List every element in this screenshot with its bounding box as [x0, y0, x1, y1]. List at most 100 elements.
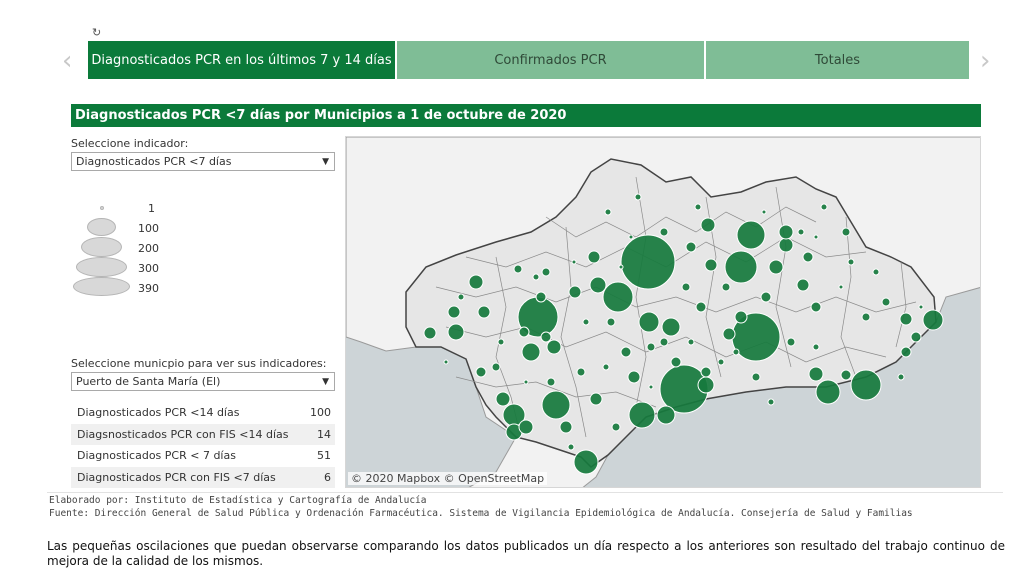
- refresh-icon[interactable]: ↻: [92, 26, 101, 39]
- map-bubble[interactable]: [589, 276, 607, 294]
- map-bubble[interactable]: [685, 241, 697, 253]
- map-canvas[interactable]: [346, 137, 981, 488]
- map-bubble[interactable]: [571, 259, 577, 265]
- map-bubble[interactable]: [721, 282, 731, 292]
- map-bubble[interactable]: [722, 327, 736, 341]
- andalucia-bubble-map[interactable]: © 2020 Mapbox © OpenStreetMap: [345, 136, 981, 488]
- municipio-select[interactable]: Puerto de Santa María (El) ▼: [71, 372, 335, 391]
- map-bubble[interactable]: [497, 338, 505, 346]
- map-bubble[interactable]: [922, 309, 944, 331]
- map-bubble[interactable]: [797, 228, 805, 236]
- map-bubble[interactable]: [808, 366, 824, 382]
- map-bubble[interactable]: [541, 267, 551, 277]
- indicator-select[interactable]: Diagnosticados PCR <7 días ▼: [71, 152, 335, 171]
- map-bubble[interactable]: [687, 338, 695, 346]
- map-bubble[interactable]: [602, 363, 610, 371]
- map-bubble[interactable]: [694, 203, 702, 211]
- map-bubble[interactable]: [768, 259, 784, 275]
- chevron-left-icon[interactable]: ‹: [62, 48, 72, 74]
- map-bubble[interactable]: [767, 398, 775, 406]
- map-bubble[interactable]: [535, 291, 547, 303]
- map-bubble[interactable]: [423, 326, 437, 340]
- map-bubble[interactable]: [659, 337, 669, 347]
- map-bubble[interactable]: [734, 310, 748, 324]
- map-bubble[interactable]: [786, 337, 796, 347]
- map-bubble[interactable]: [559, 420, 573, 434]
- map-bubble[interactable]: [760, 291, 772, 303]
- map-bubble[interactable]: [700, 366, 712, 378]
- map-bubble[interactable]: [573, 449, 599, 475]
- map-bubble[interactable]: [468, 274, 484, 290]
- map-bubble[interactable]: [910, 331, 922, 343]
- map-bubble[interactable]: [697, 376, 715, 394]
- map-bubble[interactable]: [495, 391, 511, 407]
- map-bubble[interactable]: [717, 358, 725, 366]
- map-bubble[interactable]: [897, 373, 905, 381]
- map-bubble[interactable]: [606, 317, 616, 327]
- map-bubble[interactable]: [513, 264, 523, 274]
- map-bubble[interactable]: [602, 281, 634, 313]
- map-bubble[interactable]: [587, 250, 601, 264]
- map-bubble[interactable]: [477, 305, 491, 319]
- map-bubble[interactable]: [700, 217, 716, 233]
- map-bubble[interactable]: [648, 384, 654, 390]
- map-bubble[interactable]: [546, 339, 562, 355]
- map-bubble[interactable]: [812, 343, 820, 351]
- map-bubble[interactable]: [838, 284, 844, 290]
- map-bubble[interactable]: [778, 224, 794, 240]
- map-bubble[interactable]: [518, 419, 534, 435]
- map-bubble[interactable]: [540, 331, 552, 343]
- map-bubble[interactable]: [576, 367, 586, 377]
- map-bubble[interactable]: [491, 362, 501, 372]
- map-bubble[interactable]: [582, 318, 590, 326]
- map-bubble[interactable]: [604, 208, 612, 216]
- map-bubble[interactable]: [840, 369, 852, 381]
- map-bubble[interactable]: [802, 251, 814, 263]
- map-bubble[interactable]: [475, 366, 487, 378]
- map-bubble[interactable]: [899, 312, 913, 326]
- map-bubble[interactable]: [447, 323, 465, 341]
- map-bubble[interactable]: [850, 369, 882, 401]
- map-bubble[interactable]: [618, 264, 624, 270]
- map-bubble[interactable]: [627, 370, 641, 384]
- map-bubble[interactable]: [704, 258, 718, 272]
- map-bubble[interactable]: [751, 372, 761, 382]
- map-bubble[interactable]: [628, 234, 634, 240]
- map-bubble[interactable]: [620, 346, 632, 358]
- map-bubble[interactable]: [523, 379, 529, 385]
- map-bubble[interactable]: [724, 250, 758, 284]
- map-bubble[interactable]: [518, 326, 530, 338]
- map-bubble[interactable]: [638, 311, 660, 333]
- map-bubble[interactable]: [567, 443, 575, 451]
- map-attribution[interactable]: © 2020 Mapbox © OpenStreetMap: [348, 472, 548, 485]
- map-bubble[interactable]: [611, 422, 621, 432]
- map-bubble[interactable]: [881, 297, 891, 307]
- map-bubble[interactable]: [847, 258, 855, 266]
- map-bubble[interactable]: [810, 301, 822, 313]
- map-bubble[interactable]: [815, 379, 841, 405]
- tab-confirmados-pcr[interactable]: Confirmados PCR: [397, 41, 704, 79]
- map-bubble[interactable]: [796, 278, 810, 292]
- map-bubble[interactable]: [541, 390, 571, 420]
- map-bubble[interactable]: [568, 285, 582, 299]
- map-bubble[interactable]: [681, 282, 691, 292]
- map-bubble[interactable]: [628, 401, 656, 429]
- map-bubble[interactable]: [736, 220, 766, 250]
- map-bubble[interactable]: [732, 348, 740, 356]
- tab-diagnosticados-pcr[interactable]: Diagnosticados PCR en los últimos 7 y 14…: [88, 41, 395, 79]
- map-bubble[interactable]: [447, 305, 461, 319]
- map-bubble[interactable]: [646, 342, 656, 352]
- map-bubble[interactable]: [546, 377, 556, 387]
- map-bubble[interactable]: [778, 237, 794, 253]
- map-bubble[interactable]: [670, 356, 682, 368]
- map-bubble[interactable]: [695, 301, 707, 313]
- map-bubble[interactable]: [661, 317, 681, 337]
- map-bubble[interactable]: [634, 193, 642, 201]
- map-bubble[interactable]: [659, 227, 669, 237]
- map-bubble[interactable]: [532, 273, 540, 281]
- map-bubble[interactable]: [457, 293, 465, 301]
- map-bubble[interactable]: [813, 234, 819, 240]
- chevron-right-icon[interactable]: ›: [980, 48, 990, 74]
- map-bubble[interactable]: [861, 312, 871, 322]
- map-bubble[interactable]: [620, 234, 676, 290]
